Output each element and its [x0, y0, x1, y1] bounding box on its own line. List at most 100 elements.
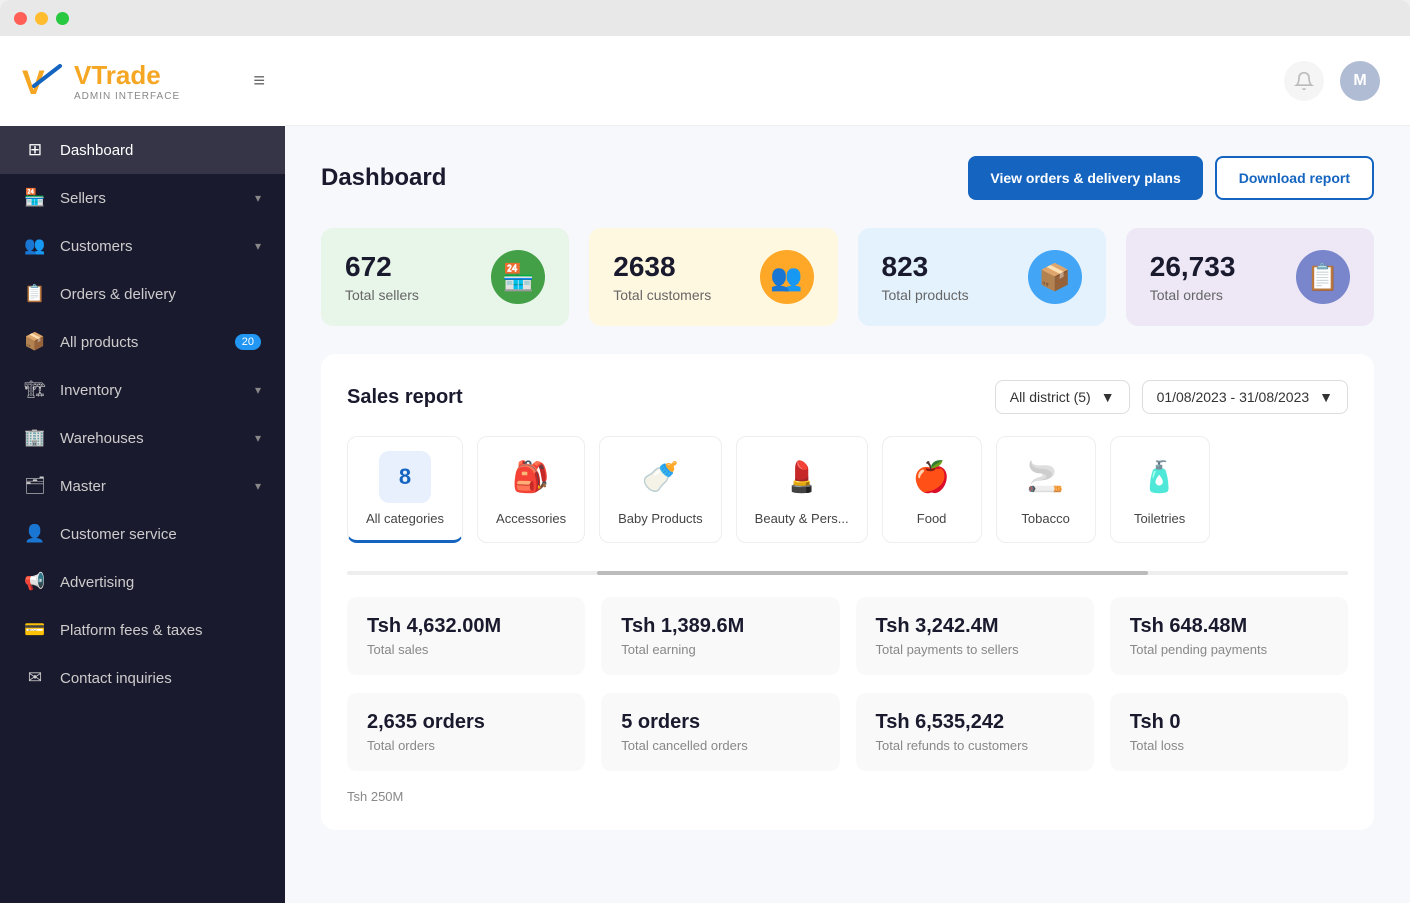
nav-icon-allproducts: 📦: [24, 332, 46, 352]
sidebar-item-dashboard[interactable]: ⊞ Dashboard: [0, 126, 285, 174]
nav-badge-allproducts: 20: [235, 334, 261, 350]
stat-card-orders: 26,733 Total orders 📋: [1126, 228, 1374, 326]
category-food[interactable]: 🍎 Food: [882, 436, 982, 543]
view-orders-button[interactable]: View orders & delivery plans: [968, 156, 1202, 200]
sidebar-item-customerservice[interactable]: 👤 Customer service: [0, 510, 285, 558]
metric-value-cancelled_orders: 5 orders: [621, 711, 819, 734]
stat-info-orders: 26,733 Total orders: [1150, 251, 1236, 303]
metric-card-total_earning: Tsh 1,389.6M Total earning: [601, 597, 839, 675]
menu-toggle[interactable]: ≡: [253, 70, 265, 93]
sidebar-item-sellers[interactable]: 🏪 Sellers ▾: [0, 174, 285, 222]
category-label-tobacco: Tobacco: [1021, 511, 1069, 526]
stat-number-products: 823: [882, 251, 969, 283]
metric-value-total_orders: 2,635 orders: [367, 711, 565, 734]
sidebar-item-customers[interactable]: 👥 Customers ▾: [0, 222, 285, 270]
stat-card-sellers: 672 Total sellers 🏪: [321, 228, 569, 326]
nav-label-allproducts: All products: [60, 334, 221, 351]
category-toiletries[interactable]: 🧴 Toiletries: [1110, 436, 1210, 543]
metric-label-total_sales: Total sales: [367, 642, 565, 657]
nav-icon-inquiries: ✉: [24, 668, 46, 688]
nav-label-dashboard: Dashboard: [60, 142, 261, 159]
metrics-grid-1: Tsh 4,632.00M Total sales Tsh 1,389.6M T…: [347, 597, 1348, 675]
nav-label-warehouses: Warehouses: [60, 430, 241, 447]
topbar: M: [285, 36, 1410, 126]
sidebar-item-inquiries[interactable]: ✉ Contact inquiries: [0, 654, 285, 702]
nav-icon-customers: 👥: [24, 236, 46, 256]
nav-label-customers: Customers: [60, 238, 241, 255]
stat-number-customers: 2638: [613, 251, 711, 283]
metric-value-total_sales: Tsh 4,632.00M: [367, 615, 565, 638]
stat-card-products: 823 Total products 📦: [858, 228, 1106, 326]
logo-text: VTrade ADMIN INTERFACE: [74, 60, 180, 102]
user-avatar[interactable]: M: [1340, 61, 1380, 101]
metric-value-total_earning: Tsh 1,389.6M: [621, 615, 819, 638]
district-filter[interactable]: All district (5) ▼: [995, 380, 1130, 414]
logo-icon: V: [20, 58, 66, 104]
category-icon-box-all: 8: [379, 451, 431, 503]
nav-container: ⊞ Dashboard 🏪 Sellers ▾ 👥 Customers ▾ 📋 …: [0, 126, 285, 702]
category-emoji-baby: 🍼: [634, 451, 686, 503]
stats-grid: 672 Total sellers 🏪 2638 Total customers…: [321, 228, 1374, 326]
sidebar-item-allproducts[interactable]: 📦 All products 20: [0, 318, 285, 366]
metric-value-pending_payments: Tsh 648.48M: [1130, 615, 1328, 638]
nav-label-sellers: Sellers: [60, 190, 241, 207]
close-button[interactable]: [14, 12, 27, 25]
minimize-button[interactable]: [35, 12, 48, 25]
scroll-track: [347, 571, 1348, 575]
category-accessories[interactable]: 🎒 Accessories: [477, 436, 585, 543]
page-title: Dashboard: [321, 164, 446, 192]
category-label-accessories: Accessories: [496, 511, 566, 526]
metric-label-total_loss: Total loss: [1130, 738, 1328, 753]
sales-report: Sales report All district (5) ▼ 01/08/20…: [321, 354, 1374, 830]
chevron-icon-master: ▾: [255, 479, 261, 493]
date-filter[interactable]: 01/08/2023 - 31/08/2023 ▼: [1142, 380, 1348, 414]
metric-card-cancelled_orders: 5 orders Total cancelled orders: [601, 693, 839, 771]
header-buttons: View orders & delivery plans Download re…: [968, 156, 1374, 200]
sidebar-item-orders[interactable]: 📋 Orders & delivery: [0, 270, 285, 318]
notification-bell[interactable]: [1284, 61, 1324, 101]
sidebar-item-inventory[interactable]: 🏗 Inventory ▾: [0, 366, 285, 414]
app-container: V VTrade ADMIN INTERFACE ≡ ⊞ Dashboard 🏪…: [0, 36, 1410, 903]
chevron-down-icon: ▼: [1101, 389, 1115, 405]
scroll-thumb[interactable]: [597, 571, 1148, 575]
metric-card-total_sales: Tsh 4,632.00M Total sales: [347, 597, 585, 675]
metric-value-total_loss: Tsh 0: [1130, 711, 1328, 734]
download-report-button[interactable]: Download report: [1215, 156, 1374, 200]
main-content: Dashboard View orders & delivery plans D…: [285, 126, 1410, 903]
category-beauty[interactable]: 💄 Beauty & Pers...: [736, 436, 868, 543]
chevron-icon-sellers: ▾: [255, 191, 261, 205]
category-all[interactable]: 8 All categories: [347, 436, 463, 543]
nav-label-customerservice: Customer service: [60, 526, 261, 543]
nav-icon-warehouses: 🏢: [24, 428, 46, 448]
category-baby[interactable]: 🍼 Baby Products: [599, 436, 722, 543]
logo-brand: VTrade: [74, 60, 180, 91]
category-emoji-toiletries: 🧴: [1134, 451, 1186, 503]
metric-label-cancelled_orders: Total cancelled orders: [621, 738, 819, 753]
category-tobacco[interactable]: 🚬 Tobacco: [996, 436, 1096, 543]
stat-info-sellers: 672 Total sellers: [345, 251, 419, 303]
chevron-icon-warehouses: ▾: [255, 431, 261, 445]
logo-subtitle: ADMIN INTERFACE: [74, 91, 180, 102]
stat-card-customers: 2638 Total customers 👥: [589, 228, 837, 326]
metric-card-refunds: Tsh 6,535,242 Total refunds to customers: [856, 693, 1094, 771]
sidebar-item-fees[interactable]: 💳 Platform fees & taxes: [0, 606, 285, 654]
metric-label-total_orders: Total orders: [367, 738, 565, 753]
nav-icon-advertising: 📢: [24, 572, 46, 592]
sidebar-item-warehouses[interactable]: 🏢 Warehouses ▾: [0, 414, 285, 462]
metric-label-payments_sellers: Total payments to sellers: [876, 642, 1074, 657]
stat-icon-products: 📦: [1028, 250, 1082, 304]
logo: V VTrade ADMIN INTERFACE: [20, 58, 180, 104]
category-emoji-beauty: 💄: [776, 451, 828, 503]
metrics-grid-2: 2,635 orders Total orders 5 orders Total…: [347, 693, 1348, 771]
category-label-baby: Baby Products: [618, 511, 703, 526]
maximize-button[interactable]: [56, 12, 69, 25]
stat-icon-customers: 👥: [760, 250, 814, 304]
sidebar-item-advertising[interactable]: 📢 Advertising: [0, 558, 285, 606]
category-label-beauty: Beauty & Pers...: [755, 511, 849, 526]
nav-label-inquiries: Contact inquiries: [60, 670, 261, 687]
metric-value-refunds: Tsh 6,535,242: [876, 711, 1074, 734]
metric-card-total_orders: 2,635 orders Total orders: [347, 693, 585, 771]
stat-label-customers: Total customers: [613, 287, 711, 303]
chevron-down-icon: ▼: [1319, 389, 1333, 405]
sidebar-item-master[interactable]: 🗂 Master ▾: [0, 462, 285, 510]
